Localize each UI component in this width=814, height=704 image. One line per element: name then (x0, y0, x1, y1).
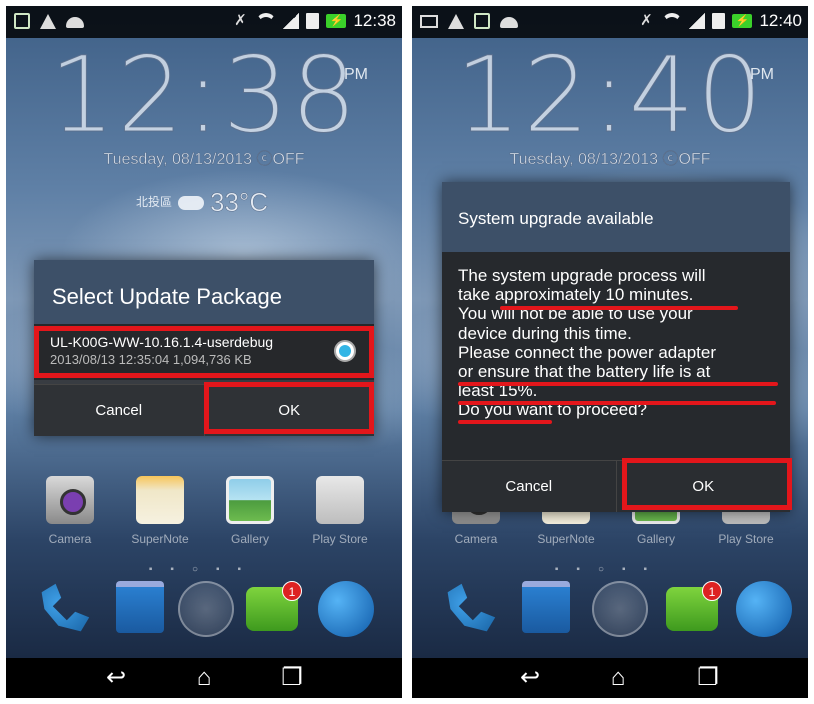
dialog-header: Select Update Package (34, 260, 374, 324)
weather-temperature: 33°C (210, 187, 269, 218)
app-play-store[interactable]: Play Store (300, 476, 380, 546)
mute-icon: ✗ (640, 12, 653, 29)
clock-date: Tuesday, 08/13/2013 ⓒOFF (103, 151, 305, 169)
underline-annotation (500, 306, 738, 310)
highlight-package-box (34, 326, 374, 378)
battery-charging-icon: ⚡ (732, 14, 753, 28)
warning-icon (448, 14, 464, 29)
android-icon (66, 17, 84, 28)
dialog-title: Select Update Package (52, 284, 282, 309)
app-label: Gallery (230, 532, 269, 546)
app-supernote[interactable]: SuperNote (120, 476, 200, 546)
shopping-bag-icon (316, 476, 364, 524)
image-icon (474, 13, 490, 29)
gallery-icon (226, 476, 274, 524)
clock-ampm: PM (750, 66, 774, 83)
clock-date: Tuesday, 08/13/2013 ⓒOFF (509, 151, 711, 169)
signal-icon (689, 13, 706, 29)
cancel-button[interactable]: Cancel (442, 461, 616, 512)
camera-icon (46, 476, 94, 524)
message-line: Please connect the power adapter (458, 342, 717, 362)
home-icon[interactable]: ⌂ (598, 664, 638, 692)
clock-widget-time[interactable]: 12:40 (412, 34, 808, 157)
message-line: The system upgrade process will (458, 266, 706, 285)
phone-icon[interactable] (447, 583, 496, 632)
mute-icon: ✗ (234, 12, 247, 29)
weather-widget[interactable]: 北投區 33°C (136, 187, 268, 218)
message-line: take approximately 10 minutes. (458, 285, 694, 305)
app-row: Camera SuperNote Gallery Play Store (6, 476, 402, 556)
page-indicator: ▪▪○▪▪ (554, 564, 666, 575)
highlight-ok-box (204, 382, 374, 434)
highlight-ok-box (622, 458, 792, 510)
phone-screen-left: ✗ ⚡ 12:38 12:38 PM Tuesday, 08/13/2013 ⓒ… (6, 6, 402, 698)
status-time: 12:40 (759, 11, 802, 30)
navigation-bar: ↩ ⌂ ❐ (6, 658, 402, 698)
message-line: device during this time. (458, 323, 632, 343)
dock: 1 (412, 581, 808, 651)
wifi-icon (662, 13, 683, 29)
clock-ampm: PM (344, 66, 368, 83)
app-camera[interactable]: Camera (30, 476, 110, 546)
app-label: Camera (454, 532, 498, 546)
notebook-icon (136, 476, 184, 524)
message-line: or ensure that the battery life is at (458, 362, 711, 382)
page-indicator: ▪▪○▪▪ (148, 564, 260, 575)
dialog-message: The system upgrade process will take app… (458, 266, 778, 420)
clock-widget-time[interactable]: 12:38 (6, 34, 402, 157)
signal-icon (283, 13, 300, 29)
browser-icon[interactable] (318, 581, 374, 637)
underline-annotation (458, 401, 776, 405)
cancel-button[interactable]: Cancel (34, 385, 204, 436)
dialog-header: System upgrade available (442, 182, 790, 252)
dialog-title: System upgrade available (458, 209, 654, 228)
app-label: Play Store (312, 532, 368, 546)
contacts-icon[interactable] (522, 581, 570, 633)
home-icon[interactable]: ⌂ (184, 664, 224, 692)
weather-location: 北投區 (136, 195, 173, 209)
android-icon (500, 17, 518, 28)
cloud-icon (178, 195, 205, 210)
app-drawer-icon[interactable] (178, 581, 234, 637)
warning-icon (40, 14, 56, 29)
back-icon[interactable]: ↩ (510, 664, 550, 692)
recents-icon[interactable]: ❐ (688, 664, 728, 692)
sim-icon (712, 13, 726, 29)
back-icon[interactable]: ↩ (96, 664, 136, 692)
dock: 1 (6, 581, 402, 651)
underline-annotation (458, 420, 552, 424)
underline-annotation (458, 382, 778, 386)
phone-icon[interactable] (41, 583, 90, 632)
recents-icon[interactable]: ❐ (272, 664, 312, 692)
browser-icon[interactable] (736, 581, 792, 637)
notification-badge: 1 (282, 581, 302, 601)
battery-charging-icon: ⚡ (326, 14, 347, 28)
image-icon (14, 13, 30, 29)
status-time: 12:38 (353, 11, 396, 30)
notification-badge: 1 (702, 581, 722, 601)
app-label: Play Store (718, 532, 774, 546)
app-gallery[interactable]: Gallery (210, 476, 290, 546)
app-label: Camera (48, 532, 92, 546)
app-drawer-icon[interactable] (592, 581, 648, 637)
app-label: Gallery (636, 532, 675, 546)
navigation-bar: ↩ ⌂ ❐ (412, 658, 808, 698)
app-label: SuperNote (537, 532, 595, 546)
phone-screen-right: ✗ ⚡ 12:40 12:40 PM Tuesday, 08/13/2013 ⓒ… (412, 6, 808, 698)
mail-icon (420, 15, 438, 28)
sim-icon (306, 13, 320, 29)
contacts-icon[interactable] (116, 581, 164, 633)
wifi-icon (256, 13, 277, 29)
app-label: SuperNote (131, 532, 189, 546)
